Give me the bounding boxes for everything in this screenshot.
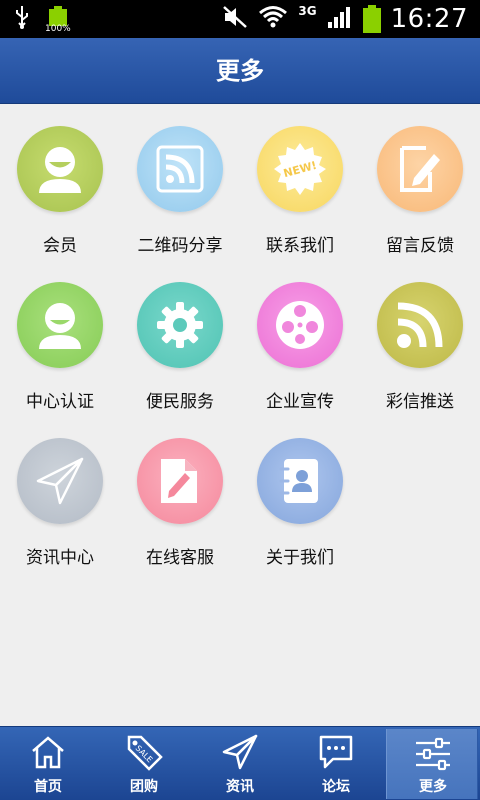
tab-label: 论坛: [322, 779, 350, 795]
grid-item-services[interactable]: 便民服务: [120, 260, 240, 416]
tab-label: 更多: [419, 779, 447, 795]
tab-home[interactable]: 首页: [0, 727, 96, 800]
sale-tag-icon: SALE: [124, 733, 164, 771]
status-bar: 100% 3G 16:27: [0, 0, 480, 38]
film-reel-icon: [257, 282, 343, 368]
sliders-icon: [413, 735, 453, 773]
grid-item-label: 在线客服: [146, 548, 214, 568]
grid-item-member[interactable]: 会员: [0, 104, 120, 260]
grid-item-promotion[interactable]: 企业宣传: [240, 260, 360, 416]
grid-item-mms-push[interactable]: 彩信推送: [360, 260, 480, 416]
grid-item-label: 会员: [43, 236, 77, 256]
grid-item-contact-us[interactable]: NEW! 联系我们: [240, 104, 360, 260]
grid-item-feedback[interactable]: 留言反馈: [360, 104, 480, 260]
clock: 16:27: [390, 4, 468, 34]
page-title: 更多: [216, 57, 264, 85]
note-pencil-icon: [377, 126, 463, 212]
grid-item-label: 彩信推送: [386, 392, 454, 412]
address-book-icon: [257, 438, 343, 524]
grid-item-label: 联系我们: [266, 236, 334, 256]
rss-share-icon: [137, 126, 223, 212]
battery-full-icon: 100%: [45, 6, 71, 34]
network-type: 3G: [298, 4, 317, 18]
tab-label: 资讯: [226, 779, 254, 795]
grid-item-label: 资讯中心: [26, 548, 94, 568]
wifi-icon: [258, 5, 288, 33]
battery-percent: 100%: [45, 24, 71, 34]
grid-item-label: 企业宣传: [266, 392, 334, 412]
grid-item-online-support[interactable]: 在线客服: [120, 416, 240, 572]
rss-icon: [377, 282, 463, 368]
grid-item-label: 中心认证: [26, 392, 94, 412]
tab-more[interactable]: 更多: [386, 729, 478, 799]
tab-news[interactable]: 资讯: [192, 727, 288, 800]
grid-item-about-us[interactable]: 关于我们: [240, 416, 360, 572]
chat-bubble-icon: [316, 733, 356, 771]
grid-item-label: 留言反馈: [386, 236, 454, 256]
grid-item-label: 二维码分享: [137, 236, 223, 256]
tab-label: 首页: [34, 779, 62, 795]
grid-item-label: 关于我们: [266, 548, 334, 568]
battery-icon: [362, 5, 381, 33]
paper-plane-icon: [220, 733, 260, 771]
tab-forum[interactable]: 论坛: [288, 727, 384, 800]
gear-icon: [137, 282, 223, 368]
tab-label: 团购: [130, 779, 158, 795]
person-badge-icon: [17, 282, 103, 368]
grid-item-center-certification[interactable]: 中心认证: [0, 260, 120, 416]
tab-group-buy[interactable]: SALE 团购: [96, 727, 192, 800]
bottom-tab-bar: 首页 SALE 团购 资讯 论坛 更多: [0, 726, 480, 800]
mute-icon: [222, 5, 248, 33]
usb-icon: [14, 4, 30, 34]
signal-icon: [327, 5, 353, 33]
grid-item-label: 便民服务: [146, 392, 214, 412]
app-header: 更多: [0, 38, 480, 104]
grid-item-qrcode-share[interactable]: 二维码分享: [120, 104, 240, 260]
new-badge-icon: NEW!: [257, 126, 343, 212]
grid-item-news-center[interactable]: 资讯中心: [0, 416, 120, 572]
document-pencil-icon: [137, 438, 223, 524]
paper-plane-icon: [17, 438, 103, 524]
member-icon: [17, 126, 103, 212]
home-icon: [28, 733, 68, 771]
